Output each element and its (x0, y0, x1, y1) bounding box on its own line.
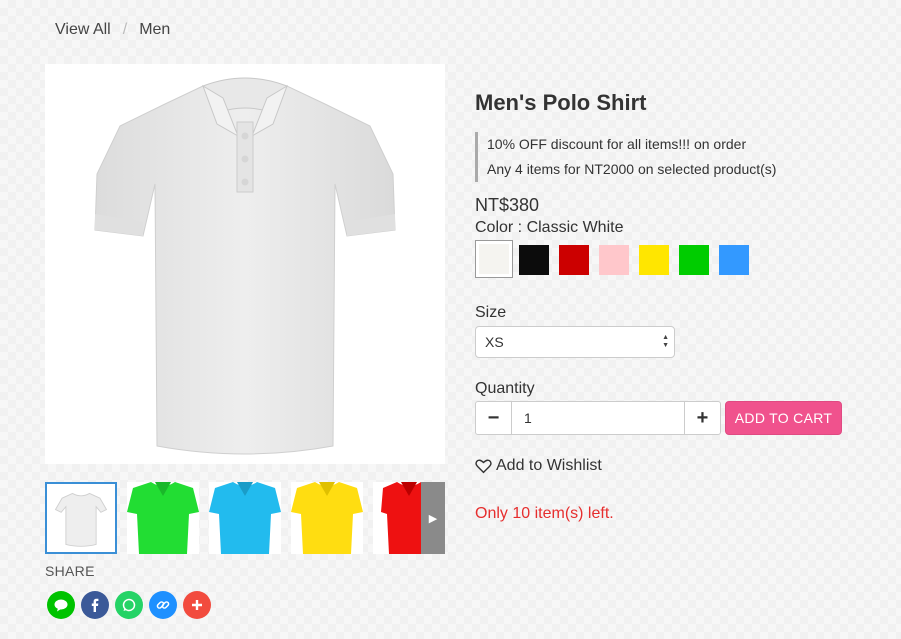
wishlist-label: Add to Wishlist (496, 457, 602, 474)
minus-icon: − (487, 406, 500, 429)
quantity-label: Quantity (475, 380, 535, 397)
thumbnail-next-arrow-icon[interactable]: ▶ (421, 482, 445, 554)
product-title: Men's Polo Shirt (475, 90, 647, 115)
plus-icon (192, 600, 202, 610)
share-buttons (47, 591, 211, 619)
swatch-yellow[interactable] (639, 245, 669, 275)
product-main-image[interactable] (45, 64, 445, 464)
heart-icon (475, 459, 492, 474)
promotion-bundle[interactable]: Any 4 items for NT2000 on selected produ… (487, 157, 776, 182)
promotion-discount[interactable]: 10% OFF discount for all items!!! on ord… (487, 132, 776, 157)
breadcrumb-men[interactable]: Men (139, 21, 170, 39)
link-icon (156, 601, 170, 609)
swatch-pink[interactable] (599, 245, 629, 275)
thumbnail-blue[interactable] (209, 482, 281, 554)
polo-shirt-image (94, 77, 396, 455)
line-icon (54, 599, 68, 612)
thumbnail-white[interactable] (45, 482, 117, 554)
breadcrumb: View All / Men (55, 21, 170, 39)
swatch-blue[interactable] (719, 245, 749, 275)
swatch-classic-white[interactable] (475, 240, 513, 278)
size-label: Size (475, 304, 507, 321)
breadcrumb-separator: / (122, 21, 128, 38)
swatch-red[interactable] (559, 245, 589, 275)
plus-icon: + (696, 406, 709, 429)
promotions: 10% OFF discount for all items!!! on ord… (475, 132, 776, 182)
add-to-cart-button[interactable]: ADD TO CART (725, 401, 842, 435)
size-select-value: XS (485, 334, 504, 350)
color-label: Color : Classic White (475, 219, 624, 236)
quantity-increase-button[interactable]: + (684, 402, 720, 434)
whatsapp-share-button[interactable] (115, 591, 143, 619)
quantity-input[interactable]: 1 (512, 402, 684, 434)
whatsapp-icon (122, 598, 136, 612)
facebook-icon (91, 598, 99, 612)
thumbnail-gallery: ▶ (45, 482, 445, 554)
quantity-decrease-button[interactable]: − (476, 402, 512, 434)
swatch-green[interactable] (679, 245, 709, 275)
select-arrows-icon: ▲ ▼ (662, 334, 669, 349)
thumbnail-yellow[interactable] (291, 482, 363, 554)
product-price: NT$380 (475, 195, 540, 215)
facebook-share-button[interactable] (81, 591, 109, 619)
share-label: SHARE (45, 563, 95, 579)
breadcrumb-view-all[interactable]: View All (55, 21, 111, 39)
stock-message: Only 10 item(s) left. (475, 505, 614, 522)
thumbnail-green[interactable] (127, 482, 199, 554)
line-share-button[interactable] (47, 591, 75, 619)
size-select[interactable]: XS ▲ ▼ (475, 326, 675, 358)
swatch-black[interactable] (519, 245, 549, 275)
more-share-button[interactable] (183, 591, 211, 619)
add-to-wishlist-link[interactable]: Add to Wishlist (475, 457, 602, 475)
copy-link-share-button[interactable] (149, 591, 177, 619)
quantity-stepper: − 1 + (475, 401, 721, 435)
